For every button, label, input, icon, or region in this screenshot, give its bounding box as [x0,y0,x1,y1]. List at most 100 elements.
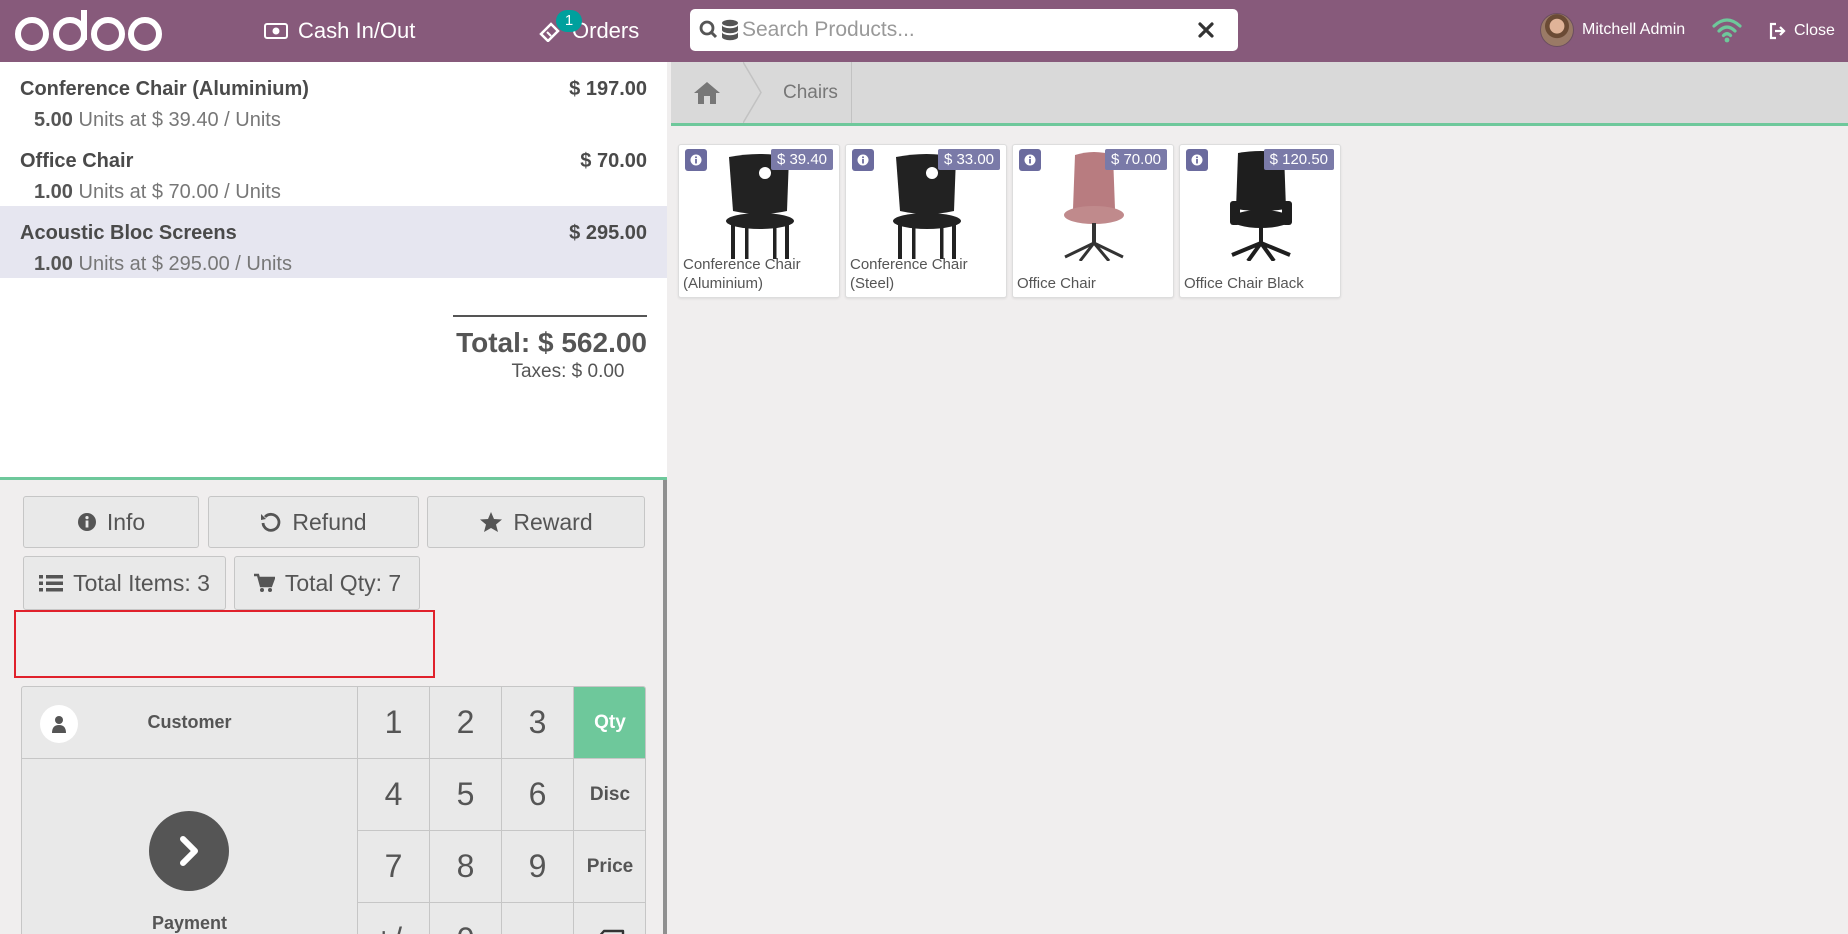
total-qty-button[interactable]: Total Qty: 7 [234,556,420,610]
order-taxes: Taxes: $ 0.00 [511,361,625,382]
info-icon [1024,154,1036,166]
info-button[interactable]: Info [23,496,199,548]
product-name: Office Chair Black [1184,275,1304,292]
orderline-price: $ 197.00 [569,78,647,100]
orderline[interactable]: Acoustic Bloc Screens $ 295.00 1.00 Units … [0,206,667,278]
product-name: Conference Chair (Steel) [850,256,968,292]
orders-button[interactable]: 1 Orders [538,0,639,62]
numpad-key[interactable]: 4 [358,759,430,831]
orderline-unit-price: Units at $ 70.00 / Units [78,181,281,203]
product-price-tag: $ 120.50 [1263,149,1334,170]
orderline[interactable]: Conference Chair (Aluminium) $ 197.00 5.00… [0,62,667,134]
product-info-button[interactable] [852,149,874,171]
reward-button[interactable]: Reward [427,496,645,548]
numpad: Customer Payment 123456789 +/-0. QtyDiscPr… [21,686,646,934]
product-price-tag: $ 39.40 [770,149,833,170]
product-card[interactable]: $ 33.00 Conference Chair (Steel) [845,144,1007,298]
undo-icon [261,512,281,532]
payment-button[interactable]: Payment [22,759,358,934]
numpad-key[interactable]: 8 [430,831,502,903]
refund-button[interactable]: Refund [208,496,419,548]
product-name: Conference Chair (Aluminium) [683,256,801,292]
info-label: Info [106,508,146,535]
numpad-key[interactable]: 0 [430,903,502,934]
orderline-details: 1.00 Units at $ 295.00 / Units [34,253,647,276]
mode-disc-button[interactable]: Disc [574,759,645,831]
close-icon [1198,22,1214,38]
product-price-tag: $ 70.00 [1104,149,1167,170]
numpad-key[interactable]: . [502,903,574,934]
orderline[interactable]: Office Chair $ 70.00 1.00 Units at $ 70.00… [0,134,667,206]
wifi-icon[interactable] [1712,16,1742,44]
breadcrumb-divider [851,62,852,123]
cash-in-out-label: Cash In/Out [298,18,416,43]
order-container: Conference Chair (Aluminium) $ 197.00 5.00… [0,62,667,480]
orders-count-badge: 1 [556,10,582,32]
orderline-product-name: Acoustic Bloc Screens [20,222,237,244]
orderline-product-name: Conference Chair (Aluminium) [20,78,309,100]
total-items-button[interactable]: Total Items: 3 [23,556,226,610]
backspace-icon [599,929,625,934]
product-info-button[interactable] [1186,149,1208,171]
breadcrumb-category[interactable]: Chairs [783,62,838,123]
numpad-key[interactable]: 1 [358,687,430,759]
close-label: Close [1794,22,1835,39]
order-total: Total: $ 562.00 [456,327,647,358]
total-items-label: Total Items: 3 [73,569,210,596]
home-icon [694,81,720,104]
info-icon [1191,154,1203,166]
breadcrumb-separator [743,62,762,123]
orderline-details: 1.00 Units at $ 70.00 / Units [34,181,647,204]
orderline-price: $ 295.00 [569,222,647,244]
numpad-key[interactable]: 2 [430,687,502,759]
product-name: Office Chair [1017,275,1096,292]
orderline-price: $ 70.00 [580,150,647,172]
product-card[interactable]: $ 70.00 Office Chair [1012,144,1174,298]
numpad-key[interactable]: 7 [358,831,430,903]
sign-out-icon [1769,22,1786,40]
user-icon [40,705,78,743]
numpad-key[interactable]: 3 [502,687,574,759]
home-button[interactable] [671,62,743,123]
mode-price-button[interactable]: Price [574,831,645,903]
money-icon [264,23,288,39]
user-name: Mitchell Admin [1582,21,1686,38]
cart-icon [253,573,275,592]
orderline-qty: 1.00 [34,253,73,275]
total-qty-label: Total Qty: 7 [284,569,402,596]
list-icon [39,575,64,592]
clear-search-button[interactable] [1186,10,1226,50]
product-price-tag: $ 33.00 [937,149,1000,170]
product-card[interactable]: $ 39.40 Conference Chair (Aluminium) [678,144,840,298]
numpad-key[interactable]: 5 [430,759,502,831]
info-circle-icon [77,513,96,531]
order-summary: Total: $ 562.00 Taxes: $ 0.00 [453,315,647,383]
top-bar: Cash In/Out 1 Orders Mitchell Admin [0,0,1848,62]
mode-qty-button[interactable]: Qty [574,687,645,759]
customer-button[interactable]: Customer [22,687,358,759]
orderline-details: 5.00 Units at $ 39.40 / Units [34,109,647,132]
cash-in-out-button[interactable]: Cash In/Out [264,0,415,62]
refund-label: Refund [292,508,367,535]
orderline-unit-price: Units at $ 295.00 / Units [78,253,292,275]
search-bar [690,9,1238,51]
numpad-key[interactable]: 9 [502,831,574,903]
star-icon [480,512,503,532]
close-session-button[interactable]: Close [1768,0,1835,62]
backspace-button[interactable] [574,903,645,934]
orderline-product-name: Office Chair [20,150,134,172]
orders-label: Orders [572,18,640,43]
search-products-input[interactable] [742,10,1186,50]
orderline-qty: 5.00 [34,109,73,131]
odoo-logo [15,10,162,51]
reward-label: Reward [513,508,593,535]
product-card[interactable]: $ 120.50 Office Chair Black [1179,144,1341,298]
user-menu[interactable]: Mitchell Admin [1540,13,1685,47]
payment-label: Payment [151,913,228,933]
highlight-box [14,610,435,678]
numpad-key[interactable]: 6 [502,759,574,831]
product-info-button[interactable] [685,149,707,171]
breadcrumb: Chairs [671,62,1848,126]
product-info-button[interactable] [1019,149,1041,171]
numpad-key[interactable]: +/- [358,903,430,934]
